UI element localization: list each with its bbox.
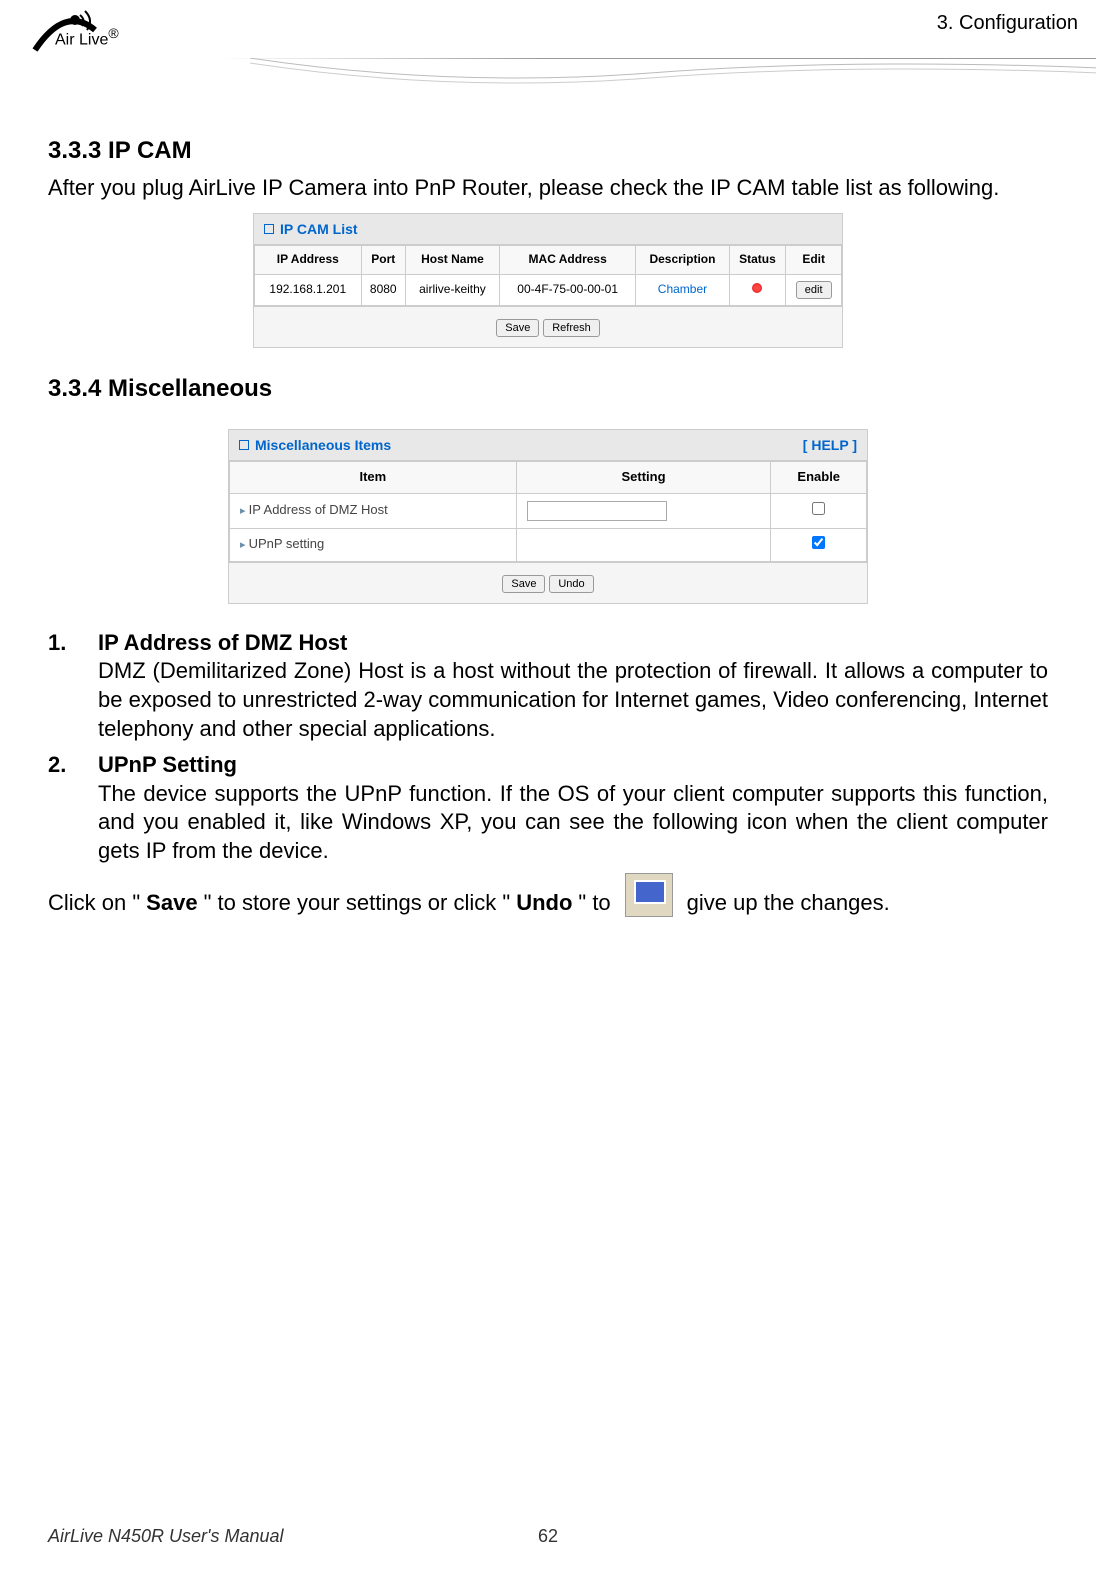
cell-setting-upnp (516, 528, 771, 561)
ipcam-panel-title: IP CAM List (254, 214, 842, 245)
cell-enable-dmz (771, 493, 867, 528)
page-content: 3.3.3 IP CAM After you plug AirLive IP C… (0, 105, 1096, 917)
undo-button[interactable]: Undo (549, 575, 593, 593)
page-footer: AirLive N450R User's Manual 62 (48, 1526, 1048, 1547)
col-setting: Setting (516, 461, 771, 493)
dmz-host-input[interactable] (527, 501, 667, 521)
chapter-label: 3. Configuration (937, 12, 1078, 35)
header-curve-icon (250, 58, 1096, 93)
save-button[interactable]: Save (496, 319, 539, 337)
list-body: IP Address of DMZ Host DMZ (Demilitarize… (98, 629, 1048, 743)
table-header-row: Item Setting Enable (230, 461, 867, 493)
ipcam-panel-title-text: IP CAM List (280, 220, 358, 238)
cell-enable-upnp (771, 528, 867, 561)
col-edit: Edit (786, 245, 842, 274)
cell-status (729, 274, 786, 305)
ipcam-intro: After you plug AirLive IP Camera into Pn… (48, 174, 1048, 203)
upnp-enable-checkbox[interactable] (812, 536, 825, 549)
col-ip: IP Address (255, 245, 362, 274)
list-text-dmz: DMZ (Demilitarized Zone) Host is a host … (98, 658, 1048, 740)
cell-desc-link[interactable]: Chamber (636, 274, 729, 305)
list-heading-upnp: UPnP Setting (98, 752, 237, 777)
page-header: Air Live® 3. Configuration (0, 0, 1096, 105)
logo-arc-icon (30, 0, 100, 60)
final-text-c: " to (578, 889, 610, 918)
cell-mac: 00-4F-75-00-00-01 (499, 274, 635, 305)
section-misc-title: 3.3.4 Miscellaneous (48, 373, 1048, 404)
list-section: 1. IP Address of DMZ Host DMZ (Demilitar… (48, 629, 1048, 918)
table-row: UPnP setting (230, 528, 867, 561)
final-text-b: " to store your settings or click " (204, 889, 511, 918)
cell-setting-dmz (516, 493, 771, 528)
list-number: 1. (48, 629, 98, 743)
misc-panel-title: Miscellaneous Items [ HELP ] (229, 430, 867, 461)
table-row: 192.168.1.201 8080 airlive-keithy 00-4F-… (255, 274, 842, 305)
misc-panel-title-text: Miscellaneous Items (255, 436, 391, 454)
list-heading-dmz: IP Address of DMZ Host (98, 630, 347, 655)
table-header-row: IP Address Port Host Name MAC Address De… (255, 245, 842, 274)
ipcam-panel-footer: Save Refresh (254, 306, 842, 347)
cell-ip: 192.168.1.201 (255, 274, 362, 305)
ipcam-panel: IP CAM List IP Address Port Host Name MA… (253, 213, 843, 348)
list-item: 2. UPnP Setting The device supports the … (48, 751, 1048, 865)
misc-panel: Miscellaneous Items [ HELP ] Item Settin… (228, 429, 868, 604)
col-enable: Enable (771, 461, 867, 493)
box-icon (264, 224, 274, 234)
registered-icon: ® (108, 25, 118, 41)
cell-port: 8080 (361, 274, 405, 305)
col-desc: Description (636, 245, 729, 274)
dmz-enable-checkbox[interactable] (812, 502, 825, 515)
ipcam-table: IP Address Port Host Name MAC Address De… (254, 245, 842, 306)
refresh-button[interactable]: Refresh (543, 319, 600, 337)
final-text-d: give up the changes. (687, 889, 890, 918)
list-item: 1. IP Address of DMZ Host DMZ (Demilitar… (48, 629, 1048, 743)
save-button[interactable]: Save (502, 575, 545, 593)
col-port: Port (361, 245, 405, 274)
cell-item-dmz: IP Address of DMZ Host (230, 493, 517, 528)
cell-host: airlive-keithy (405, 274, 499, 305)
upnp-device-icon (625, 873, 673, 917)
help-link[interactable]: [ HELP ] (803, 436, 857, 454)
list-text-upnp: The device supports the UPnP function. I… (98, 781, 1048, 863)
list-number: 2. (48, 751, 98, 865)
box-icon (239, 440, 249, 450)
section-ipcam-title: 3.3.3 IP CAM (48, 135, 1048, 166)
cell-edit: edit (786, 274, 842, 305)
cell-item-upnp: UPnP setting (230, 528, 517, 561)
col-status: Status (729, 245, 786, 274)
col-host: Host Name (405, 245, 499, 274)
table-row: IP Address of DMZ Host (230, 493, 867, 528)
final-undo: Undo (516, 889, 572, 918)
misc-panel-footer: Save Undo (229, 562, 867, 603)
final-text-a: Click on " (48, 889, 140, 918)
final-instruction: Click on "Save" to store your settings o… (48, 873, 1048, 917)
status-dot-icon (752, 283, 762, 293)
final-save: Save (146, 889, 197, 918)
edit-button[interactable]: edit (796, 281, 832, 299)
list-body: UPnP Setting The device supports the UPn… (98, 751, 1048, 865)
col-mac: MAC Address (499, 245, 635, 274)
col-item: Item (230, 461, 517, 493)
footer-page-number: 62 (538, 1526, 558, 1547)
misc-table: Item Setting Enable IP Address of DMZ Ho… (229, 461, 867, 562)
